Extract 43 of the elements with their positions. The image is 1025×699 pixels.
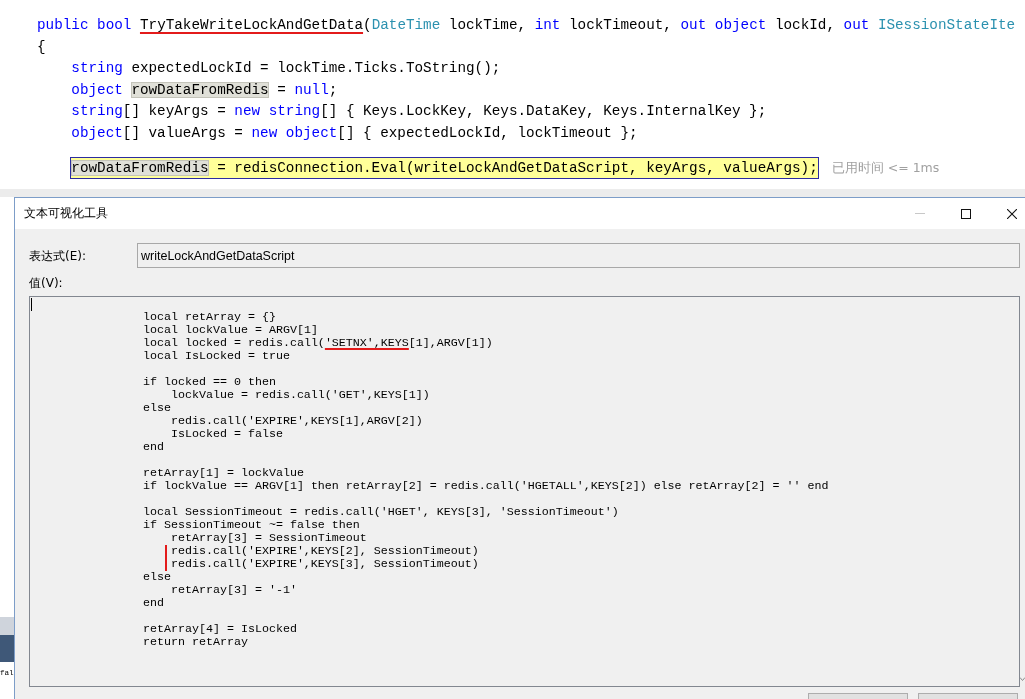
code-line: end bbox=[143, 597, 164, 610]
dialog-title: 文本可视化工具 bbox=[24, 205, 108, 222]
code-line: object[] valueArgs = new object[] { expectedLockId, lockTimeout }; bbox=[71, 123, 638, 143]
dialog-button[interactable] bbox=[918, 693, 1018, 699]
code-line: local locked = redis.call('SETNX',KEYS[1],ARGV[1]) bbox=[143, 337, 493, 350]
code-line: string[] keyArgs = new string[] { Keys.LockKey, Keys.DataKey, Keys.InternalKey }; bbox=[71, 102, 767, 121]
code-line: redis.call('EXPIRE',KEYS[3], SessionTimeout) bbox=[170, 558, 479, 571]
maximize-icon bbox=[961, 208, 971, 219]
code-line: if locked == 0 then bbox=[143, 376, 276, 389]
code-line: redis.call('EXPIRE',KEYS[2], SessionTimeout) bbox=[170, 545, 479, 558]
code-line: local SessionTimeout = redis.call('HGET', KEYS[3], 'SessionTimeout') bbox=[143, 506, 619, 519]
code-line: { bbox=[37, 37, 46, 57]
code-line: else bbox=[143, 571, 171, 584]
code-line: object rowDataFromRedis = null; bbox=[71, 80, 338, 100]
dialog-button[interactable] bbox=[808, 693, 908, 699]
code-line: IsLocked = false bbox=[170, 428, 283, 441]
elapsed-time-tip: 已用时间 <= 1ms bbox=[831, 159, 940, 178]
code-line: else bbox=[143, 402, 171, 415]
current-statement: rowDataFromRedis = redisConnection.Eval(writeLockAndGetDataScript, keyArgs, valueArgs); bbox=[70, 157, 819, 179]
minimize-icon bbox=[915, 213, 925, 214]
code-line: local IsLocked = true bbox=[143, 350, 290, 363]
window-fragment bbox=[0, 617, 14, 662]
code-line: retArray[3] = '-1' bbox=[170, 584, 297, 597]
code-line: lockValue = redis.call('GET',KEYS[1]) bbox=[170, 389, 430, 402]
text-cursor bbox=[31, 298, 32, 311]
value-label: 值(V): bbox=[29, 276, 63, 290]
code-line: local lockValue = ARGV[1] bbox=[143, 324, 318, 337]
code-line: retArray[1] = lockValue bbox=[143, 467, 304, 480]
code-line: return retArray bbox=[143, 636, 248, 649]
code-line: local retArray = {} bbox=[143, 311, 276, 324]
expression-label: 表达式(E): bbox=[29, 248, 86, 263]
code-line: if SessionTimeout ~= false then bbox=[143, 519, 360, 532]
code-line: retArray[4] = IsLocked bbox=[143, 623, 297, 636]
close-icon bbox=[1007, 208, 1017, 219]
code-line: retArray[3] = SessionTimeout bbox=[170, 532, 367, 545]
code-line: if lockValue == ARGV[1] then retArray[2] = redis.call('HGETALL',KEYS[2]) else retArray[2] = '' end bbox=[143, 480, 829, 493]
code-line: string expectedLockId = lockTime.Ticks.ToString(); bbox=[71, 59, 501, 78]
value-field[interactable] bbox=[29, 296, 1020, 687]
code-line: public bool TryTakeWriteLockAndGetData(DateTime lockTime, int lockTimeout, out object lockId, out ISessionStateIte bbox=[37, 16, 1016, 35]
chevron-down-icon bbox=[1020, 677, 1025, 681]
expression-field[interactable]: writeLockAndGetDataScript bbox=[137, 243, 1020, 268]
code-line: end bbox=[143, 441, 164, 454]
code-line: redis.call('EXPIRE',KEYS[1],ARGV[2]) bbox=[170, 415, 423, 428]
